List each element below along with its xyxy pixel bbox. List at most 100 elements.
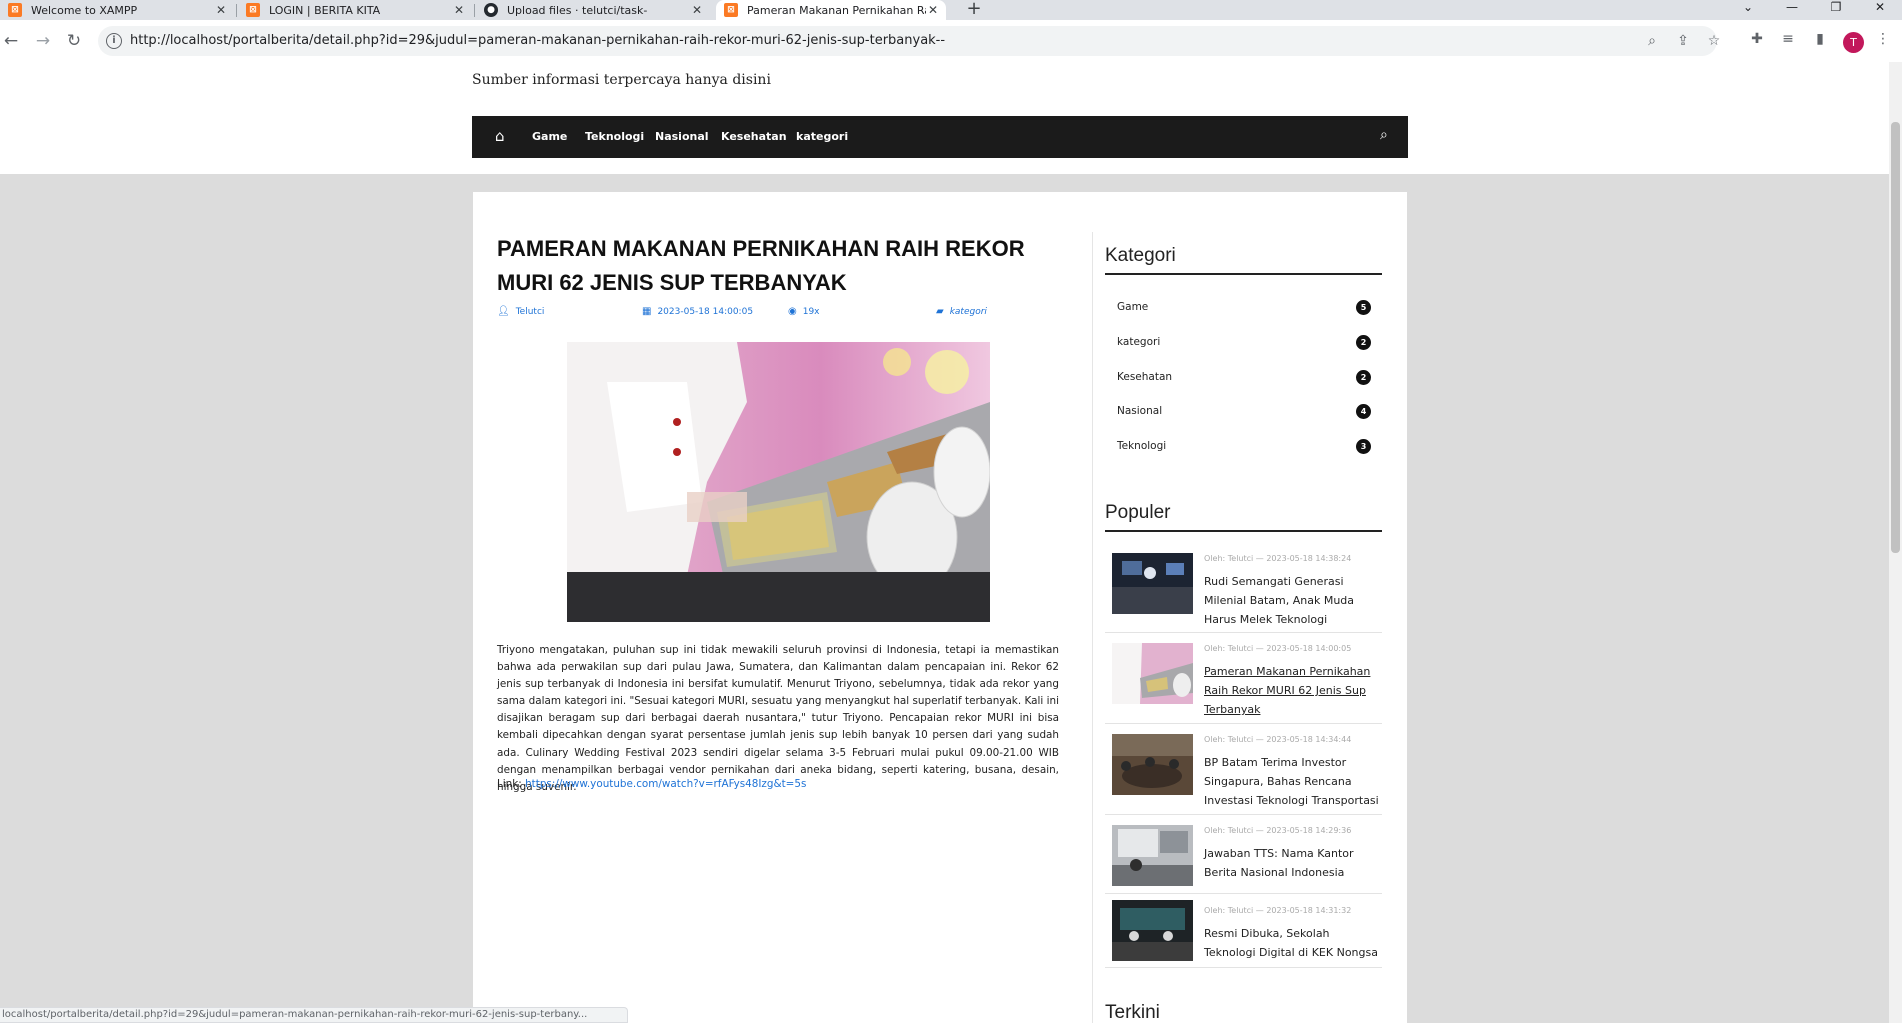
close-icon[interactable]: ✕ — [214, 3, 228, 17]
sidebar-heading-populer: Populer — [1105, 502, 1171, 523]
category-label[interactable]: Nasional — [1117, 405, 1162, 417]
tab-title: LOGIN | BERITA KITA — [269, 3, 381, 17]
nav-item-game[interactable]: Game — [532, 130, 567, 143]
article-author[interactable]: 👤︎ Telutci — [497, 306, 544, 317]
category-label[interactable]: Teknologi — [1117, 440, 1166, 452]
new-tab-button[interactable]: + — [964, 0, 984, 20]
author-name[interactable]: Telutci — [516, 307, 545, 317]
zoom-icon[interactable]: ⌕ — [1643, 33, 1661, 49]
address-bar[interactable]: i http://localhost/portalberita/detail.p… — [98, 26, 1720, 56]
category-count-badge: 5 — [1356, 300, 1371, 315]
xampp-icon: ⊠ — [246, 3, 260, 17]
tab-xampp[interactable]: ⊠ Welcome to XAMPP ✕ — [8, 0, 228, 20]
tab-github[interactable]: ● Upload files · telutci/task- ✕ — [484, 0, 704, 20]
popular-title[interactable]: Pameran Makanan Pernikahan Raih Rekor MU… — [1204, 662, 1382, 719]
reload-icon[interactable]: ↻ — [63, 30, 85, 52]
nav-item-teknologi[interactable]: Teknologi — [585, 130, 644, 143]
home-icon[interactable]: ⌂ — [495, 127, 505, 145]
nav-item-kesehatan[interactable]: Kesehatan — [721, 130, 787, 143]
url-text[interactable]: http://localhost/portalberita/detail.php… — [130, 33, 945, 48]
tab-title: Welcome to XAMPP — [31, 3, 138, 17]
nav-item-nasional[interactable]: Nasional — [655, 130, 709, 143]
article-image — [567, 342, 990, 622]
calendar-icon: ▦ — [642, 306, 652, 317]
heading-rule — [1105, 530, 1382, 532]
sidebar-heading-kategori: Kategori — [1105, 245, 1176, 266]
category-item-game[interactable]: Game 5 — [1117, 297, 1371, 319]
search-icon[interactable]: ⌕ — [1380, 127, 1388, 143]
category-label[interactable]: Kesehatan — [1117, 371, 1172, 383]
restore-button[interactable]: ❐ — [1814, 0, 1858, 20]
sidebar-heading-terkini: Terkini — [1105, 1002, 1160, 1023]
nav-item-kategori[interactable]: kategori — [796, 130, 848, 143]
extensions-icon[interactable]: ✚ — [1748, 31, 1766, 47]
tab-active-article[interactable]: ⊠ Pameran Makanan Pernikahan Ra ✕ — [716, 0, 946, 20]
popular-meta: Oleh: Telutci — 2023-05-18 14:31:32 — [1204, 906, 1352, 915]
browser-tab-strip: ⊠ Welcome to XAMPP ✕ ⊠ LOGIN | BERITA KI… — [0, 0, 1902, 20]
article-date: ▦ 2023-05-18 14:00:05 — [642, 306, 753, 317]
popular-title[interactable]: Rudi Semangati Generasi Milenial Batam, … — [1204, 572, 1382, 629]
popular-thumbnail[interactable] — [1112, 734, 1193, 795]
minimize-button[interactable]: — — [1770, 0, 1814, 20]
popular-title[interactable]: Resmi Dibuka, Sekolah Teknologi Digital … — [1204, 924, 1382, 962]
popular-item[interactable]: Oleh: Telutci — 2023-05-18 14:29:36 Jawa… — [1105, 818, 1382, 894]
column-divider — [1092, 232, 1093, 1023]
category-label[interactable]: kategori — [1117, 336, 1160, 348]
category-link[interactable]: kategori — [950, 307, 987, 317]
close-icon[interactable]: ✕ — [452, 3, 466, 17]
views-count: 19x — [802, 306, 820, 317]
heading-rule — [1105, 273, 1382, 275]
eye-icon: ◉ — [788, 306, 797, 317]
forward-icon[interactable]: → — [32, 30, 54, 52]
category-count-badge: 2 — [1356, 335, 1371, 350]
xampp-icon: ⊠ — [8, 3, 22, 17]
tab-login[interactable]: ⊠ LOGIN | BERITA KITA ✕ — [246, 0, 466, 20]
popular-meta: Oleh: Telutci — 2023-05-18 14:38:24 — [1204, 554, 1352, 563]
popular-thumbnail[interactable] — [1112, 643, 1193, 704]
popular-item[interactable]: Oleh: Telutci — 2023-05-18 14:34:44 BP B… — [1105, 727, 1382, 815]
category-count-badge: 3 — [1356, 439, 1371, 454]
close-window-button[interactable]: ✕ — [1858, 0, 1902, 20]
tab-search-icon[interactable]: ⌄ — [1726, 0, 1770, 20]
popular-thumbnail[interactable] — [1112, 900, 1193, 961]
popular-thumbnail[interactable] — [1112, 553, 1193, 614]
category-item-nasional[interactable]: Nasional 4 — [1117, 401, 1371, 423]
scrollbar-thumb[interactable] — [1891, 122, 1900, 553]
bookmark-star-icon[interactable]: ☆ — [1705, 33, 1723, 49]
category-item-kesehatan[interactable]: Kesehatan 2 — [1117, 367, 1371, 389]
category-count-badge: 4 — [1356, 404, 1371, 419]
popular-item[interactable]: Oleh: Telutci — 2023-05-18 14:38:24 Rudi… — [1105, 545, 1382, 633]
xampp-icon: ⊠ — [724, 3, 738, 17]
article-views: ◉ 19x — [788, 306, 820, 317]
side-panel-icon[interactable]: ▮ — [1811, 31, 1829, 47]
article-body: Triyono mengatakan, puluhan sup ini tida… — [497, 644, 1059, 793]
date-text: 2023-05-18 14:00:05 — [657, 306, 754, 317]
popular-thumbnail[interactable] — [1112, 825, 1193, 886]
folder-icon: ▰ — [936, 306, 944, 317]
article-title: PAMERAN MAKANAN PERNIKAHAN RAIH REKOR MU… — [497, 236, 1025, 295]
popular-title[interactable]: BP Batam Terima Investor Singapura, Baha… — [1204, 753, 1382, 810]
category-label[interactable]: Game — [1117, 301, 1148, 313]
browser-toolbar: ← → ↻ i http://localhost/portalberita/de… — [0, 20, 1902, 62]
popular-item[interactable]: Oleh: Telutci — 2023-05-18 14:31:32 Resm… — [1105, 897, 1382, 968]
category-item-kategori[interactable]: kategori 2 — [1117, 332, 1371, 354]
close-icon[interactable]: ✕ — [690, 3, 704, 17]
category-item-teknologi[interactable]: Teknologi 3 — [1117, 436, 1371, 458]
profile-avatar[interactable]: T — [1843, 32, 1864, 53]
tab-title: Pameran Makanan Pernikahan Ra — [747, 3, 926, 17]
close-icon[interactable]: ✕ — [926, 3, 940, 17]
article-category[interactable]: ▰ kategori — [936, 306, 987, 317]
reading-list-icon[interactable]: ≡ — [1779, 31, 1797, 47]
link-label: Link: — [497, 778, 522, 790]
user-icon: 👤︎ — [497, 306, 510, 317]
popular-meta: Oleh: Telutci — 2023-05-18 14:29:36 — [1204, 826, 1352, 835]
share-icon[interactable]: ⇪ — [1674, 33, 1692, 49]
site-info-icon[interactable]: i — [106, 33, 122, 49]
menu-kebab-icon[interactable]: ⋮ — [1876, 31, 1890, 47]
popular-title[interactable]: Jawaban TTS: Nama Kantor Berita Nasional… — [1204, 844, 1382, 882]
popular-item[interactable]: Oleh: Telutci — 2023-05-18 14:00:05 Pame… — [1105, 636, 1382, 724]
back-icon[interactable]: ← — [0, 30, 22, 52]
youtube-link[interactable]: https://www.youtube.com/watch?v=rfAFys48… — [525, 778, 806, 790]
article-source: Link: https://www.youtube.com/watch?v=rf… — [497, 778, 806, 790]
github-icon: ● — [484, 3, 498, 17]
